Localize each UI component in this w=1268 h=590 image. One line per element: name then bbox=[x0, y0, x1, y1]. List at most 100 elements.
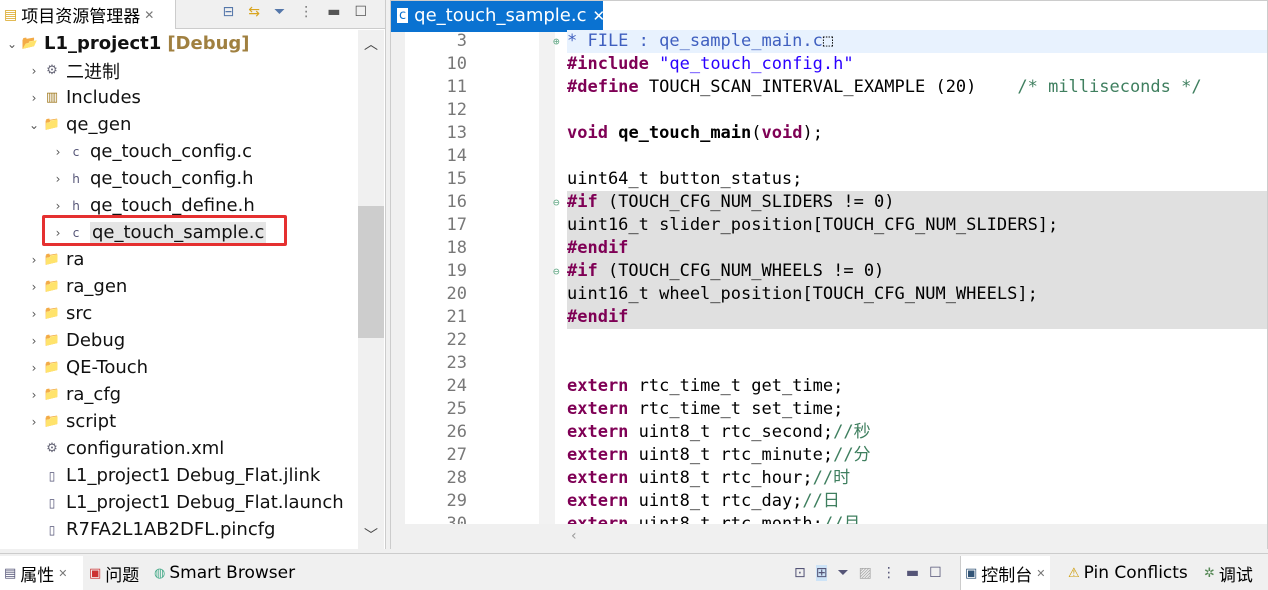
chevron-down-icon[interactable]: ⌄ bbox=[26, 118, 42, 132]
c-file-icon: c bbox=[72, 144, 80, 159]
link-editor-icon[interactable]: ⇆ bbox=[248, 4, 260, 20]
code-token: extern bbox=[567, 491, 629, 511]
code-token: uint64_t button_status; bbox=[567, 169, 803, 189]
code-token: #if bbox=[567, 192, 598, 212]
scrollbar-thumb[interactable] bbox=[358, 206, 384, 338]
tree-item[interactable]: ▯ L1_project1 Debug_Flat.jlink bbox=[0, 462, 358, 489]
line-number: 3 bbox=[456, 31, 467, 51]
close-icon[interactable]: ✕ bbox=[58, 567, 67, 580]
tab-label: 控制台 bbox=[981, 565, 1033, 586]
chevron-right-icon[interactable]: › bbox=[26, 91, 42, 105]
code-line: 3 ⊕ * FILE : qe_sample_main.c⬚ bbox=[391, 30, 1267, 53]
filter-icon[interactable]: ⏷ bbox=[274, 4, 285, 20]
code-line: 17 uint16_t slider_position[TOUCH_CFG_NUM… bbox=[391, 214, 1267, 237]
tree-item[interactable]: › 📁 ra bbox=[0, 246, 358, 273]
tree-item[interactable]: › h qe_touch_config.h bbox=[0, 165, 358, 192]
tree-item[interactable]: › 📁 ra_gen bbox=[0, 273, 358, 300]
scroll-up-icon[interactable]: ︿ bbox=[358, 34, 384, 54]
tab-qe-touch-sample[interactable]: c qe_touch_sample.c ✕ bbox=[391, 1, 606, 30]
chevron-right-icon[interactable]: › bbox=[26, 280, 42, 294]
collapse-fold-icon[interactable]: ⊖ bbox=[553, 191, 560, 214]
line-number: 10 bbox=[446, 54, 467, 74]
code-token: rtc_time_t get_time; bbox=[628, 376, 844, 396]
code-token: * FILE : qe_sample_main.c bbox=[567, 31, 823, 51]
code-token: /* milliseconds */ bbox=[1017, 77, 1202, 97]
chevron-right-icon[interactable]: › bbox=[50, 199, 66, 213]
tree-item[interactable]: › c qe_touch_config.c bbox=[0, 138, 358, 165]
close-icon[interactable]: ✕ bbox=[144, 8, 154, 22]
maximize-icon[interactable]: ☐ bbox=[354, 4, 367, 20]
minimize-icon[interactable]: ▬ bbox=[327, 4, 340, 20]
tree-item[interactable]: › ▥ Includes bbox=[0, 84, 358, 111]
code-token: void bbox=[567, 123, 608, 143]
tab-smart-browser[interactable]: ◍ Smart Browser bbox=[150, 556, 299, 590]
tree-item[interactable]: ⚙ configuration.xml bbox=[0, 435, 358, 462]
tab-properties[interactable]: ▤ 属性 ✕ bbox=[0, 556, 83, 590]
chevron-right-icon[interactable]: › bbox=[26, 388, 42, 402]
tree-icon[interactable]: ⊞ bbox=[815, 565, 828, 581]
scroll-left-icon[interactable]: ‹ bbox=[571, 528, 577, 544]
code-text: uint64_t button_status; bbox=[567, 168, 1267, 191]
chevron-right-icon[interactable]: › bbox=[50, 172, 66, 186]
maximize-icon[interactable]: ☐ bbox=[929, 565, 942, 581]
line-number: 12 bbox=[446, 100, 467, 120]
includes-icon: ▥ bbox=[45, 90, 59, 105]
close-icon[interactable]: ✕ bbox=[593, 7, 606, 25]
tree-item-label: configuration.xml bbox=[66, 438, 225, 459]
tab-project-explorer[interactable]: ▤ 项目资源管理器 ✕ bbox=[0, 0, 175, 29]
chevron-right-icon[interactable]: › bbox=[26, 307, 42, 321]
code-token: (TOUCH_CFG_NUM_WHEELS != 0) bbox=[597, 261, 885, 281]
tree-item[interactable]: › 📁 Debug bbox=[0, 327, 358, 354]
tab-label: Smart Browser bbox=[169, 563, 296, 583]
chevron-right-icon[interactable]: › bbox=[26, 415, 42, 429]
chevron-right-icon[interactable]: › bbox=[26, 64, 42, 78]
tree-item[interactable]: › 📁 script bbox=[0, 408, 358, 435]
folder-icon: 📁 bbox=[43, 360, 61, 375]
collapse-fold-icon[interactable]: ⊖ bbox=[553, 260, 560, 283]
code-area[interactable]: 3 ⊕ * FILE : qe_sample_main.c⬚ 10 #include "… bbox=[391, 30, 1267, 524]
tree-item-label: src bbox=[66, 303, 93, 324]
expand-fold-icon[interactable]: ⊕ bbox=[553, 30, 560, 53]
minimize-icon[interactable]: ▬ bbox=[906, 565, 919, 581]
tab-debug[interactable]: ✲ 调试 bbox=[1200, 556, 1257, 590]
code-token: (TOUCH_CFG_NUM_SLIDERS != 0) bbox=[597, 192, 895, 212]
tree-item[interactable]: › 📁 QE-Touch bbox=[0, 354, 358, 381]
code-token: extern bbox=[567, 399, 629, 419]
tab-pin-conflicts[interactable]: ⚠ Pin Conflicts bbox=[1064, 556, 1192, 590]
tab-label: 属性 bbox=[20, 565, 55, 586]
tree-item[interactable]: ▯ L1_project1 Debug_Flat.launch bbox=[0, 489, 358, 516]
tree-item[interactable]: › 📁 src bbox=[0, 300, 358, 327]
tree-item[interactable]: ▯ R7FA2L1AB2DFL.pincfg bbox=[0, 516, 358, 543]
new-icon[interactable]: ⊡ bbox=[794, 565, 806, 581]
chevron-right-icon[interactable]: › bbox=[50, 145, 66, 159]
view-menu-icon[interactable]: ⋮ bbox=[299, 4, 313, 20]
scroll-down-icon[interactable]: ﹀ bbox=[358, 525, 384, 545]
chevron-right-icon[interactable]: › bbox=[26, 253, 42, 267]
tab-problems[interactable]: ▣ 问题 bbox=[85, 556, 143, 590]
tree-item-label: qe_touch_config.c bbox=[90, 141, 252, 162]
code-text: #endif bbox=[567, 237, 1267, 260]
tab-console[interactable]: ▣ 控制台 ✕ bbox=[960, 556, 1050, 590]
tree-item[interactable]: › ⚙ 二进制 bbox=[0, 57, 358, 84]
collapse-all-icon[interactable]: ⊟ bbox=[223, 4, 235, 20]
chevron-right-icon[interactable]: › bbox=[26, 361, 42, 375]
horizontal-scrollbar[interactable]: ‹ bbox=[391, 524, 1267, 549]
code-token: //月 bbox=[822, 514, 861, 524]
file-icon: ▯ bbox=[48, 468, 56, 483]
tree-item-label: qe_touch_config.h bbox=[90, 168, 254, 189]
filter-icon[interactable]: ⏷ bbox=[837, 565, 848, 581]
history-icon[interactable]: ▨ bbox=[859, 565, 872, 581]
explorer-scrollbar[interactable]: ︿ ﹀ bbox=[358, 30, 384, 549]
tree-item-project[interactable]: ⌄ 📂 L1_project1 [Debug] bbox=[0, 30, 358, 57]
line-number: 22 bbox=[446, 330, 467, 350]
folder-icon: 📁 bbox=[43, 387, 61, 402]
tree-item[interactable]: ⌄ 📁 qe_gen bbox=[0, 111, 358, 138]
chevron-right-icon[interactable]: › bbox=[26, 334, 42, 348]
close-icon[interactable]: ✕ bbox=[1036, 567, 1045, 580]
tree-item[interactable]: › 📁 ra_cfg bbox=[0, 381, 358, 408]
chevron-down-icon[interactable]: ⌄ bbox=[4, 37, 20, 51]
view-menu-icon[interactable]: ⋮ bbox=[882, 565, 896, 581]
tree-item-label: qe_gen bbox=[66, 114, 132, 135]
code-token: #define bbox=[567, 77, 639, 97]
